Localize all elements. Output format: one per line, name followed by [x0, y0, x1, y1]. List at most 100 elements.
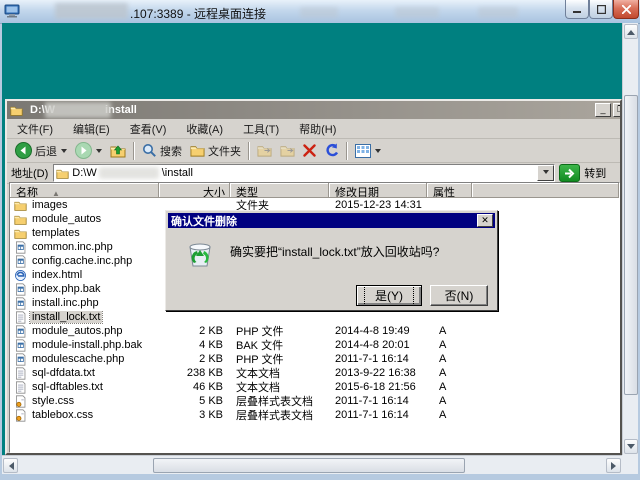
resize-grip[interactable] — [622, 455, 638, 474]
column-header-attr[interactable]: 属性 — [427, 183, 472, 198]
php-file-icon — [14, 325, 27, 338]
sort-ascending-icon: ▲ — [52, 189, 60, 198]
table-row[interactable]: install_lock.txt — [10, 310, 619, 324]
vertical-scroll-thumb[interactable] — [624, 95, 638, 395]
folder-up-icon — [110, 143, 126, 159]
column-header-type[interactable]: 类型 — [230, 183, 329, 198]
menu-view[interactable]: 查看(V) — [120, 121, 177, 137]
delete-x-icon — [303, 144, 316, 157]
php-file-icon — [14, 255, 27, 268]
close-icon[interactable] — [613, 0, 639, 19]
maximize-button[interactable] — [589, 0, 613, 19]
column-header-size[interactable]: 大小 — [159, 183, 230, 198]
undo-icon — [324, 143, 339, 158]
file-name: index.html — [30, 269, 84, 281]
no-button[interactable]: 否(N) — [430, 285, 488, 306]
copy-to-button[interactable] — [276, 140, 299, 161]
file-name: templates — [30, 227, 82, 239]
go-button[interactable] — [559, 164, 580, 182]
table-row[interactable]: modulescache.php 2 KB PHP 文件 2011-7-1 16… — [10, 352, 619, 366]
file-attr: A — [427, 325, 472, 337]
remote-desktop-viewport: D:\W install _ ❐ 文件(F) 编辑(E) 查看(V) 收藏(A)… — [2, 23, 638, 474]
horizontal-scroll-thumb[interactable] — [153, 458, 465, 473]
rdp-vertical-scrollbar[interactable] — [622, 23, 638, 455]
scroll-down-button[interactable] — [624, 439, 638, 454]
file-attr: A — [427, 353, 472, 365]
views-button[interactable] — [351, 140, 385, 161]
explorer-titlebar[interactable]: D:\W install _ ❐ — [7, 101, 620, 119]
txt-file-icon — [14, 381, 27, 394]
php-file-icon — [14, 283, 27, 296]
file-date: 2011-7-1 16:14 — [329, 395, 427, 407]
back-button[interactable]: 后退 — [11, 140, 71, 161]
yes-button[interactable]: 是(Y) — [356, 285, 422, 306]
file-name: common.inc.php — [30, 241, 115, 253]
table-row[interactable]: module_autos.php 2 KB PHP 文件 2014-4-8 19… — [10, 324, 619, 338]
column-header-name[interactable]: 名称▲ — [10, 183, 159, 198]
folders-icon — [190, 143, 205, 158]
search-button[interactable]: 搜索 — [138, 140, 186, 161]
up-button[interactable] — [106, 140, 130, 161]
redaction-blur — [45, 102, 111, 118]
forward-icon — [75, 142, 92, 159]
address-dropdown-button[interactable] — [537, 165, 554, 181]
rdp-horizontal-scrollbar[interactable] — [2, 455, 622, 474]
column-header-date[interactable]: 修改日期 — [329, 183, 427, 198]
file-size: 5 KB — [159, 395, 230, 407]
dialog-message: 确实要把“install_lock.txt”放入回收站吗? — [230, 243, 439, 260]
file-name: module_autos.php — [30, 325, 125, 337]
toolbar-separator — [133, 142, 135, 160]
file-date: 2014-4-8 20:01 — [329, 339, 427, 351]
table-row[interactable]: sql-dftables.txt 46 KB 文本文档 2015-6-18 21… — [10, 380, 619, 394]
minimize-button[interactable] — [565, 0, 589, 19]
folder-icon — [14, 227, 27, 240]
scroll-left-button[interactable] — [3, 458, 18, 473]
move-to-button[interactable] — [253, 140, 276, 161]
explorer-minimize-button[interactable]: _ — [595, 103, 611, 117]
table-row[interactable]: sql-dfdata.txt 238 KB 文本文档 2013-9-22 16:… — [10, 366, 619, 380]
confirm-delete-dialog: 确认文件删除 ✕ 确实要把“install_lock.txt”放入回收站吗? 是… — [165, 210, 498, 311]
menu-tools[interactable]: 工具(T) — [233, 121, 289, 137]
txt-file-icon — [14, 311, 27, 324]
delete-button[interactable] — [299, 140, 320, 161]
explorer-maximize-button[interactable]: ❐ — [613, 103, 620, 117]
file-size: 46 KB — [159, 381, 230, 393]
file-name: install.inc.php — [30, 297, 101, 309]
file-name: index.php.bak — [30, 283, 103, 295]
file-size: 4 KB — [159, 339, 230, 351]
scroll-right-button[interactable] — [606, 458, 621, 473]
table-row[interactable]: style.css 5 KB 层叠样式表文档 2011-7-1 16:14 A — [10, 394, 619, 408]
dialog-titlebar[interactable]: 确认文件删除 ✕ — [168, 213, 495, 228]
copy-to-folder-icon — [280, 143, 295, 158]
table-row[interactable]: tablebox.css 3 KB 层叠样式表文档 2011-7-1 16:14… — [10, 408, 619, 422]
table-row[interactable]: module-install.php.bak 4 KB BAK 文件 2014-… — [10, 338, 619, 352]
menu-edit[interactable]: 编辑(E) — [63, 121, 120, 137]
html-file-icon — [14, 269, 27, 282]
css-file-icon — [14, 395, 27, 408]
folders-button[interactable]: 文件夹 — [186, 140, 245, 161]
file-date: 2013-9-22 16:38 — [329, 367, 427, 379]
file-attr: A — [427, 409, 472, 421]
menu-file[interactable]: 文件(F) — [7, 121, 63, 137]
undo-button[interactable] — [320, 140, 343, 161]
file-type: 层叠样式表文档 — [230, 407, 329, 423]
file-size: 2 KB — [159, 353, 230, 365]
php-file-icon — [14, 241, 27, 254]
file-date: 2015-6-18 21:56 — [329, 381, 427, 393]
forward-button[interactable] — [71, 140, 106, 161]
go-arrow-icon — [564, 168, 575, 179]
file-attr: A — [427, 367, 472, 379]
file-size: 3 KB — [159, 409, 230, 421]
go-label: 转到 — [584, 165, 606, 181]
remote-desktop-icon — [4, 4, 20, 18]
explorer-toolbar: 后退 — [7, 139, 620, 163]
address-label: 地址(D) — [11, 165, 48, 181]
menu-favorites[interactable]: 收藏(A) — [176, 121, 233, 137]
column-headers: 名称▲ 大小 类型 修改日期 属性 — [10, 183, 619, 198]
redaction-blur — [395, 7, 439, 18]
address-input[interactable]: D:\W \install — [53, 164, 555, 182]
scroll-up-button[interactable] — [624, 24, 638, 39]
close-icon[interactable]: ✕ — [477, 214, 493, 227]
menu-help[interactable]: 帮助(H) — [289, 121, 346, 137]
rdp-titlebar[interactable]: .107:3389 - 远程桌面连接 — [0, 0, 640, 24]
